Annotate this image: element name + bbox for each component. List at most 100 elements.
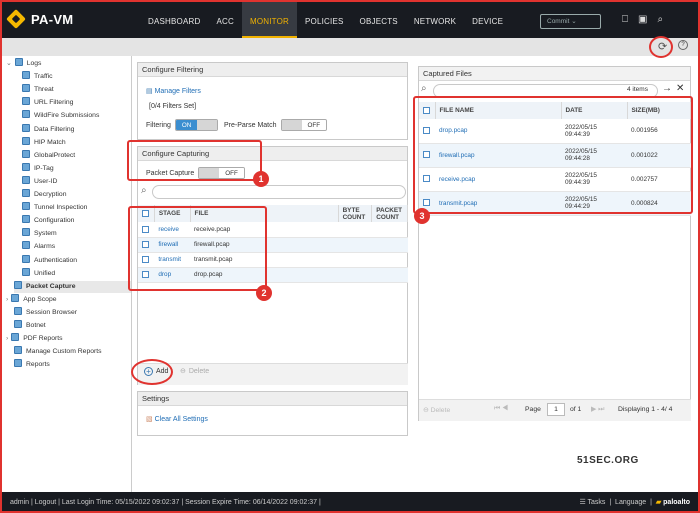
go-arrow-icon[interactable]: →: [662, 83, 672, 94]
sidebar-item[interactable]: HIP Match: [22, 136, 131, 149]
row-checkbox[interactable]: [142, 270, 149, 278]
tree-node-icon: [22, 228, 30, 237]
file-name-link[interactable]: drop.pcap: [435, 119, 561, 144]
top-navigation-bar: PA-VM DASHBOARD ACC MONITOR POLICIES OBJ…: [0, 0, 700, 38]
configure-filtering-panel: Configure Filtering ▤ Manage Filters [0/…: [137, 62, 408, 140]
sidebar-item[interactable]: › PDF Reports: [6, 333, 131, 345]
sidebar-item-label: Configuration: [34, 217, 75, 225]
brand-text: paloalto: [663, 499, 690, 506]
row-checkbox[interactable]: [423, 199, 430, 207]
configure-filtering-title: Configure Filtering: [138, 63, 407, 77]
commit-button[interactable]: Commit ⌄: [540, 14, 601, 29]
sidebar-item[interactable]: Configuration: [22, 215, 131, 227]
sidebar-item[interactable]: Reports: [14, 359, 131, 371]
stage-link[interactable]: drop: [154, 267, 191, 283]
table-row[interactable]: transmit.pcap 2022/05/15 09:44:29 0.0008…: [419, 191, 691, 216]
tab-acc[interactable]: ACC: [208, 0, 242, 38]
date-column-header[interactable]: DATE: [561, 102, 628, 119]
table-row[interactable]: transmit transmit.pcap: [138, 252, 408, 268]
row-checkbox[interactable]: [142, 255, 149, 263]
delete-capture-button[interactable]: ⊖ Delete: [180, 367, 209, 376]
sidebar-item[interactable]: User-ID: [22, 175, 131, 188]
file-name-column-header[interactable]: FILE NAME: [435, 102, 562, 119]
clear-search-icon[interactable]: ✕: [676, 83, 684, 94]
expander-icon[interactable]: ›: [6, 296, 8, 303]
sidebar-item[interactable]: IP-Tag: [22, 162, 131, 175]
packet-count-column-header[interactable]: PACKET COUNT: [371, 205, 408, 222]
displaying-label: Displaying 1 - 4/ 4: [618, 406, 673, 413]
sidebar-item[interactable]: Alarms: [22, 241, 131, 253]
select-all-checkbox[interactable]: [423, 106, 430, 114]
tab-dashboard[interactable]: DASHBOARD: [140, 0, 208, 38]
tasks-link[interactable]: ☰ Tasks: [579, 499, 605, 506]
table-row[interactable]: firewall.pcap 2022/05/15 09:44:28 0.0010…: [419, 143, 691, 168]
stage-link[interactable]: receive: [154, 222, 191, 238]
sidebar-item[interactable]: GlobalProtect: [22, 149, 131, 162]
settings-panel: Settings ▧ Clear All Settings: [137, 391, 408, 436]
file-column-header[interactable]: FILE: [190, 205, 339, 222]
sidebar-item[interactable]: WildFire Submissions: [22, 110, 131, 122]
manage-filters-link[interactable]: ▤ Manage Filters: [146, 87, 201, 95]
sidebar-item[interactable]: Tunnel Inspection: [22, 202, 131, 214]
tab-objects[interactable]: OBJECTS: [352, 0, 406, 38]
table-row[interactable]: receive.pcap 2022/05/15 09:44:39 0.00275…: [419, 167, 691, 192]
capture-search-input[interactable]: [152, 185, 406, 199]
stage-link[interactable]: transmit: [154, 252, 191, 268]
tab-policies[interactable]: POLICIES: [297, 0, 352, 38]
tab-device[interactable]: DEVICE: [464, 0, 511, 38]
file-name-link[interactable]: transmit.pcap: [435, 191, 561, 216]
select-all-checkbox[interactable]: [142, 209, 149, 217]
sidebar-item[interactable]: Unified: [22, 267, 131, 280]
table-row[interactable]: drop drop.pcap: [138, 267, 408, 283]
size-column-header[interactable]: SIZE(MB): [627, 102, 691, 119]
row-checkbox[interactable]: [142, 240, 149, 248]
file-name-link[interactable]: firewall.pcap: [435, 143, 561, 168]
sidebar-item[interactable]: › App Scope: [6, 293, 131, 306]
clear-all-settings-link[interactable]: ▧ Clear All Settings: [146, 415, 208, 423]
sidebar-item[interactable]: URL Filtering: [22, 97, 131, 109]
stage-link[interactable]: firewall: [154, 237, 191, 253]
page-input[interactable]: 1: [547, 403, 565, 416]
brand-icon: ▰: [655, 499, 662, 506]
delete-file-button[interactable]: ⊖ Delete: [423, 406, 450, 414]
sidebar-item[interactable]: Session Browser: [14, 306, 131, 319]
captured-search-input[interactable]: [433, 84, 658, 98]
sidebar-item[interactable]: Manage Custom Reports: [14, 346, 131, 358]
packet-capture-toggle[interactable]: OFF: [198, 167, 245, 179]
help-icon[interactable]: ?: [678, 40, 688, 50]
sidebar-item[interactable]: Data Filtering: [22, 123, 131, 136]
file-name-link[interactable]: receive.pcap: [435, 167, 561, 192]
search-icon[interactable]: ⌕: [657, 14, 663, 25]
expander-icon[interactable]: ›: [6, 335, 8, 342]
sidebar-item[interactable]: Traffic: [22, 71, 131, 83]
filtering-toggle[interactable]: ON: [174, 119, 219, 131]
table-row[interactable]: firewall firewall.pcap: [138, 237, 408, 253]
sidebar-item[interactable]: Packet Capture: [14, 280, 131, 293]
tab-monitor[interactable]: MONITOR: [241, 0, 298, 38]
expander-icon[interactable]: ⌄: [6, 60, 12, 67]
row-checkbox[interactable]: [423, 127, 430, 135]
tab-network[interactable]: NETWORK: [406, 0, 464, 38]
sidebar-item[interactable]: System: [22, 228, 131, 240]
config-icon[interactable]: ▣: [638, 14, 647, 25]
table-row[interactable]: receive receive.pcap: [138, 222, 408, 238]
pager-next-icons[interactable]: ▶ ⏭: [591, 405, 604, 414]
byte-count-column-header[interactable]: BYTE COUNT: [338, 205, 373, 222]
sidebar-item[interactable]: Botnet: [14, 320, 131, 332]
sidebar-item[interactable]: Threat: [22, 84, 131, 96]
sidebar-item[interactable]: Authentication: [22, 254, 131, 267]
file-cell: receive.pcap: [190, 222, 339, 238]
pre-parse-toggle[interactable]: OFF: [280, 119, 328, 131]
lock-icon[interactable]: ⎕: [622, 14, 628, 25]
row-checkbox[interactable]: [142, 225, 149, 233]
language-link[interactable]: Language: [615, 499, 646, 506]
table-row[interactable]: drop.pcap 2022/05/15 09:44:39 0.001956: [419, 119, 691, 144]
filtering-on: ON: [175, 120, 198, 130]
row-checkbox[interactable]: [423, 151, 430, 159]
sidebar-item-label: App Scope: [23, 295, 57, 303]
row-checkbox[interactable]: [423, 175, 430, 183]
stage-column-header[interactable]: STAGE: [154, 205, 191, 222]
sidebar-item[interactable]: Decryption: [22, 189, 131, 201]
sidebar-item[interactable]: ⌄ Logs: [6, 58, 131, 70]
pager-prev-icons[interactable]: ⏮ ◀: [494, 405, 508, 413]
